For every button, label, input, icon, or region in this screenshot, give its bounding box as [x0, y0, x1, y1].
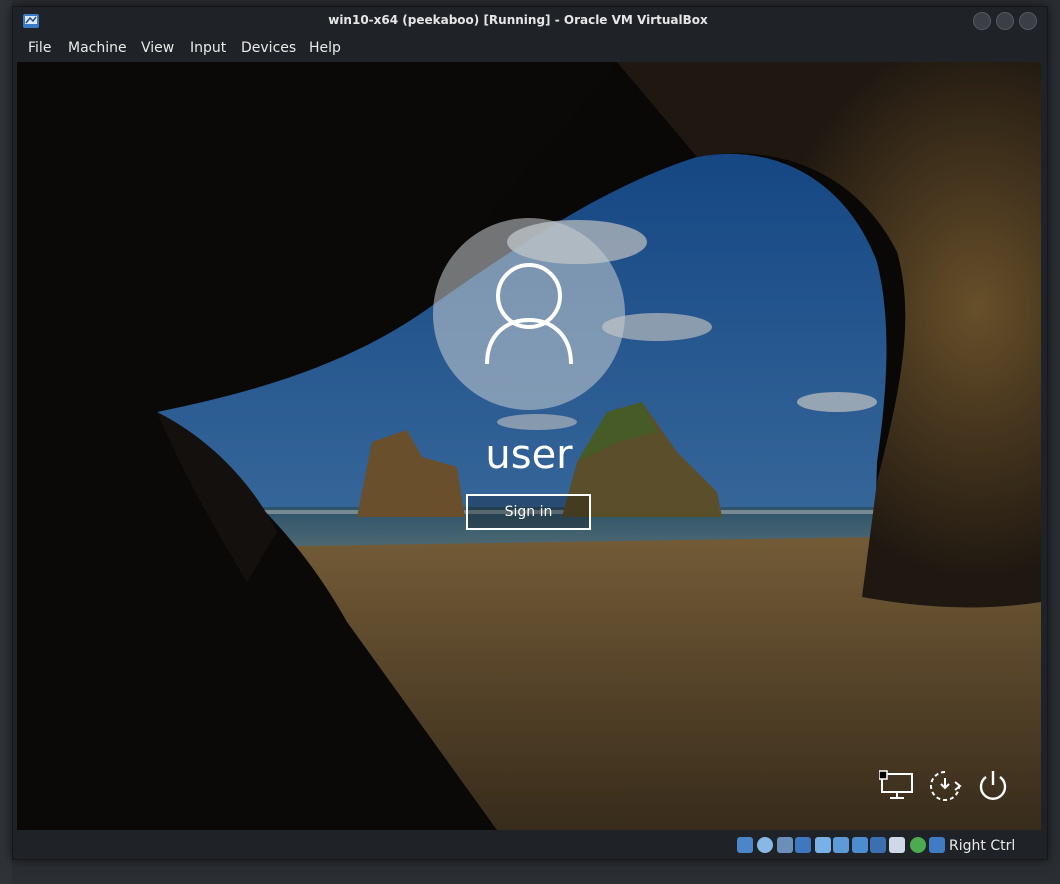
maximize-button[interactable] — [996, 12, 1014, 30]
vm-display[interactable]: user Sign in — [17, 62, 1041, 830]
video-capture-icon[interactable] — [870, 837, 886, 853]
shared-folders-icon[interactable] — [833, 837, 849, 853]
close-button[interactable] — [1019, 12, 1037, 30]
minimize-button[interactable] — [973, 12, 991, 30]
menu-machine[interactable]: Machine — [68, 40, 127, 56]
network-icon[interactable] — [879, 768, 915, 804]
menu-file[interactable]: File — [28, 40, 51, 56]
network-adapter-icon[interactable] — [795, 837, 811, 853]
host-key-label: Right Ctrl — [949, 838, 1016, 854]
virtualization-icon[interactable] — [889, 837, 905, 853]
status-bar: Right Ctrl — [13, 833, 1047, 859]
menu-bar: File Machine View Input Devices Help — [13, 37, 1047, 61]
power-icon[interactable] — [975, 768, 1011, 804]
audio-icon[interactable] — [777, 837, 793, 853]
menu-input[interactable]: Input — [190, 40, 226, 56]
display-icon[interactable] — [852, 837, 868, 853]
hard-disk-icon[interactable] — [737, 837, 753, 853]
optical-drive-icon[interactable] — [757, 837, 773, 853]
ease-of-access-icon[interactable] — [927, 768, 963, 804]
menu-help[interactable]: Help — [309, 40, 341, 56]
menu-view[interactable]: View — [141, 40, 174, 56]
window-title: win10-x64 (peekaboo) [Running] - Oracle … — [328, 13, 708, 27]
user-avatar — [433, 218, 625, 410]
user-icon — [485, 263, 573, 365]
host-desktop-edge — [0, 0, 12, 884]
virtualbox-window: win10-x64 (peekaboo) [Running] - Oracle … — [12, 6, 1048, 860]
window-titlebar[interactable]: win10-x64 (peekaboo) [Running] - Oracle … — [13, 7, 1047, 35]
sign-in-button[interactable]: Sign in — [466, 494, 591, 530]
menu-devices[interactable]: Devices — [241, 40, 296, 56]
cpu-icon[interactable] — [910, 837, 926, 853]
usb-icon[interactable] — [815, 837, 831, 853]
mouse-integration-icon[interactable] — [929, 837, 945, 853]
username-label: user — [485, 432, 573, 478]
